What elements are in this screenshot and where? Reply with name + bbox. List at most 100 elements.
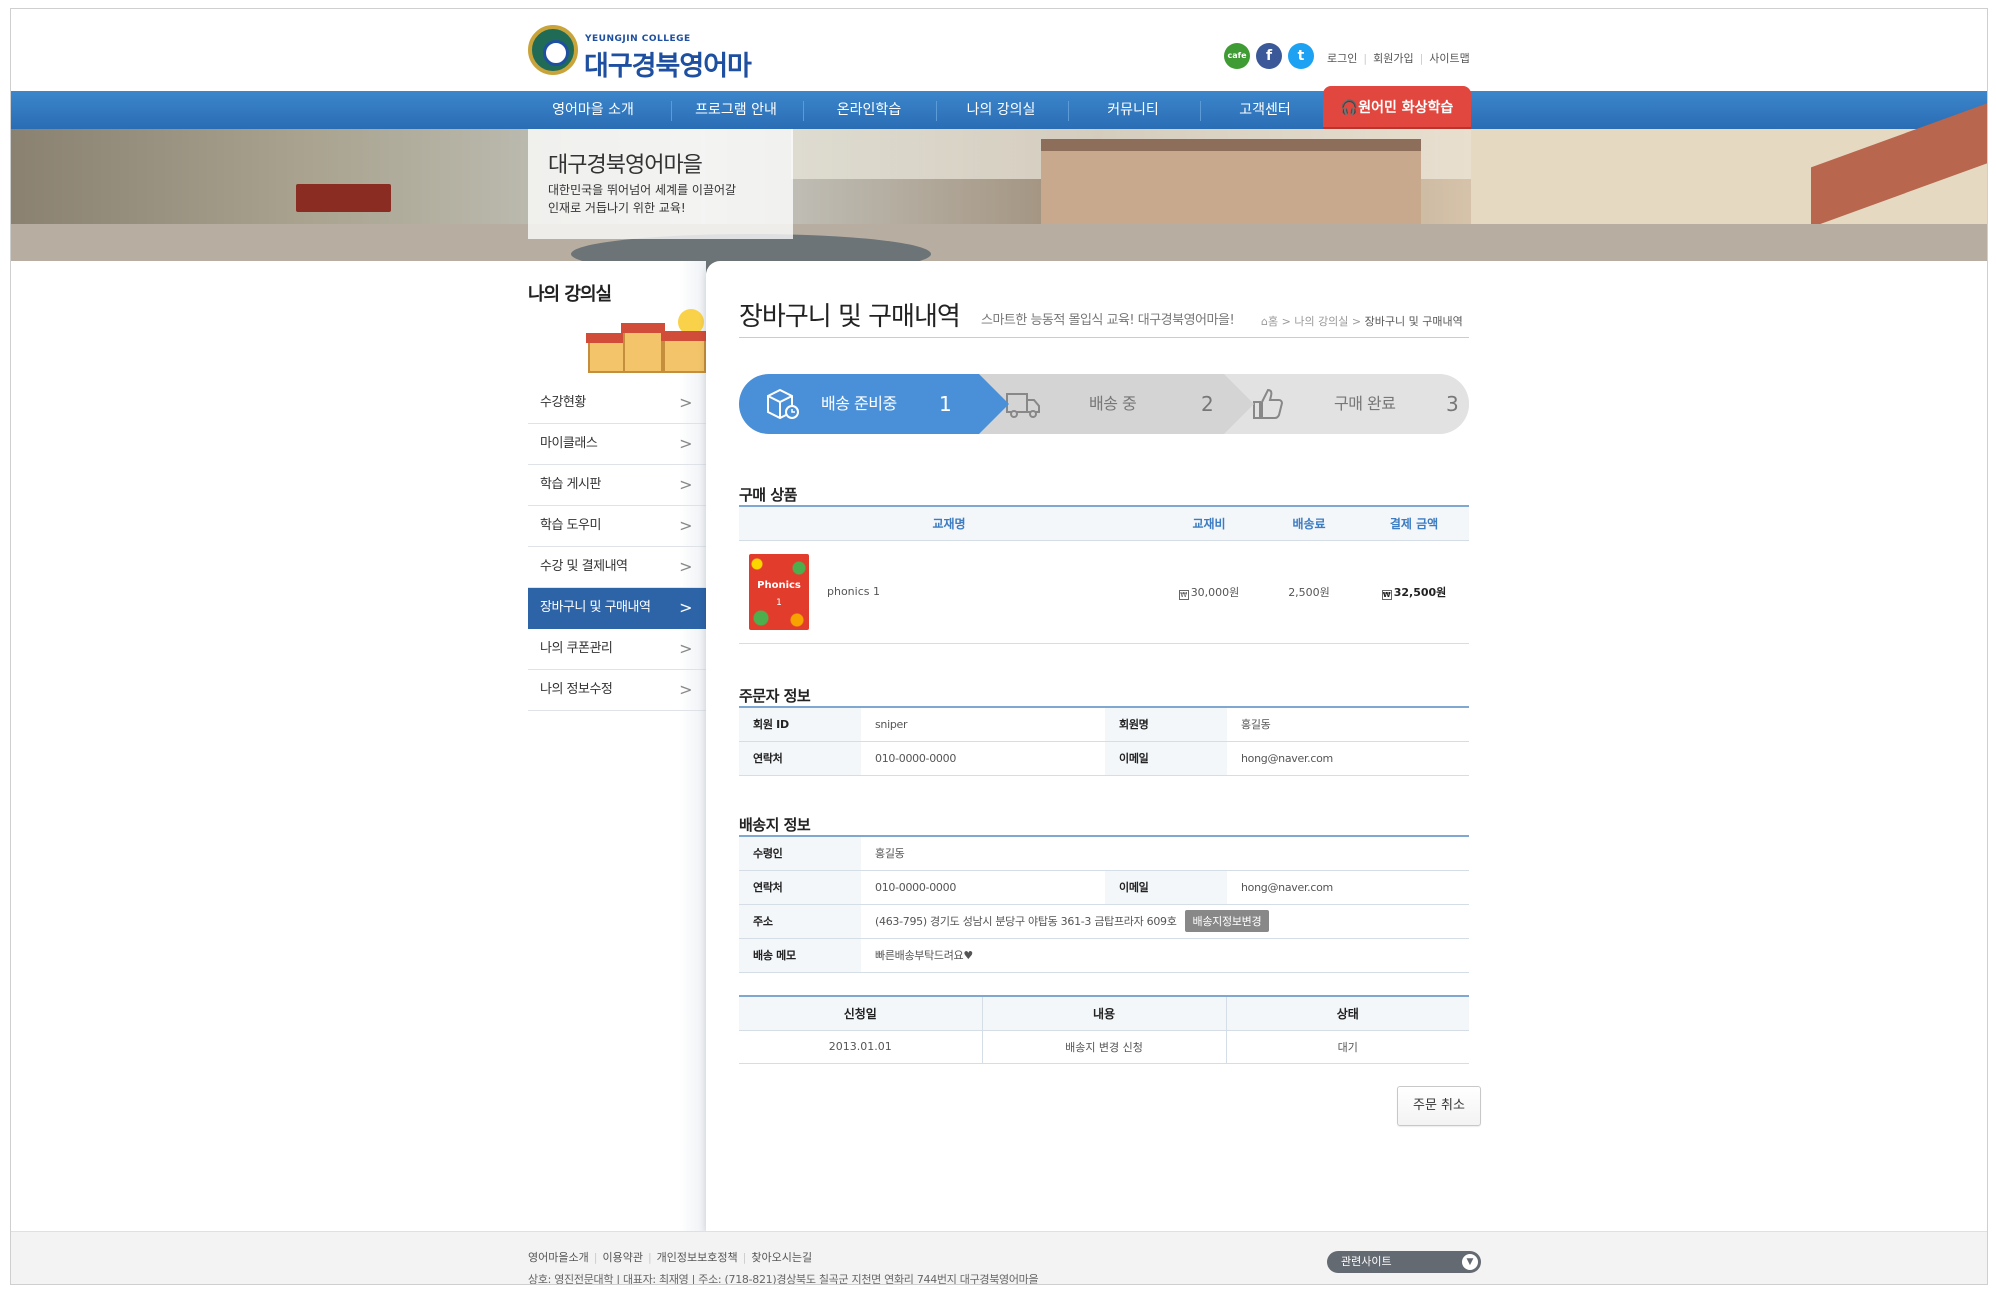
chevron-right-icon: >	[679, 639, 692, 658]
twitter-icon[interactable]: t	[1288, 43, 1314, 69]
sidebar-item-helper[interactable]: 학습 도우미 >	[528, 506, 706, 547]
column-header: 신청일	[739, 996, 982, 1031]
orderer-table: 회원 ID sniper 회원명 홍길동 연락처 010-0000-0000 이…	[739, 706, 1469, 776]
table-row: 수령인 홍길동	[739, 836, 1470, 871]
member-name-value: 홍길동	[1227, 707, 1469, 742]
column-header: 상태	[1225, 996, 1469, 1031]
table-header-row: 신청일 내용 상태	[739, 996, 1469, 1031]
field-label: 이메일	[1105, 741, 1227, 776]
address-value: (463-795) 경기도 성남시 분당구 야탑동 361-3 금탑프라자 60…	[875, 915, 1177, 928]
facebook-icon[interactable]: f	[1256, 43, 1282, 69]
column-header: 배송료	[1259, 506, 1359, 541]
sidebar-item-label: 학습 게시판	[540, 477, 601, 492]
nav-item-online[interactable]: 온라인학습	[803, 91, 935, 129]
column-header: 내용	[981, 996, 1226, 1031]
page-title: 장바구니 및 구매내역	[739, 302, 961, 332]
product-name: phonics 1	[827, 585, 880, 598]
chevron-right-icon: >	[679, 434, 692, 453]
divider: |	[593, 1251, 598, 1264]
school-illustration-icon	[578, 299, 706, 375]
product-table: 교재명 교재비 배송료 결제 금액 Phonics 1 phonics 1 ₩30…	[739, 505, 1469, 644]
chevron-right-icon: >	[679, 557, 692, 576]
sidebar-item-label: 장바구니 및 구매내역	[540, 600, 651, 615]
college-emblem-icon	[528, 25, 578, 75]
phone-value: 010-0000-0000	[861, 741, 1105, 776]
sidebar-item-profile[interactable]: 나의 정보수정 >	[528, 670, 706, 711]
site-logo[interactable]: YEUNGJIN COLLEGE 대구경북영어마을	[528, 25, 758, 121]
column-header: 교재명	[739, 506, 1159, 541]
member-id-value: sniper	[861, 707, 1105, 742]
footer-link[interactable]: 영어마을소개	[528, 1251, 589, 1264]
breadcrumb-section[interactable]: 나의 강의실	[1294, 315, 1348, 328]
signup-link[interactable]: 회원가입	[1373, 52, 1413, 65]
headset-icon: 🎧	[1340, 100, 1359, 116]
divider	[739, 337, 1469, 338]
table-row: 2013.01.01 배송지 변경 신청 대기	[739, 1030, 1469, 1064]
table-row: 주소 (463-795) 경기도 성남시 분당구 야탑동 361-3 금탑프라자…	[739, 904, 1470, 939]
sidebar-item-label: 학습 도우미	[540, 518, 601, 533]
book-cover-image: Phonics 1	[749, 553, 809, 630]
footer-link[interactable]: 이용약관	[602, 1251, 642, 1264]
login-link[interactable]: 로그인	[1327, 52, 1357, 65]
divider: |	[647, 1251, 652, 1264]
sidebar-item-myclass[interactable]: 마이클래스 >	[528, 424, 706, 465]
banner-bench	[296, 184, 391, 212]
field-label: 회원명	[1105, 707, 1227, 742]
banner-description: 인재로 거듭나기 위한 교육!	[548, 201, 686, 215]
breadcrumb-current: 장바구니 및 구매내역	[1364, 315, 1463, 328]
field-label: 배송 메모	[739, 938, 861, 973]
step-number: 1	[939, 392, 952, 416]
sidebar-item-label: 마이클래스	[540, 436, 598, 451]
shipping-table: 수령인 홍길동 연락처 010-0000-0000 이메일 hong@naver…	[739, 835, 1470, 973]
step-label: 배송 중	[1089, 394, 1137, 413]
nav-item-my-classroom[interactable]: 나의 강의실	[936, 91, 1066, 129]
section-title-products: 구매 상품	[739, 486, 797, 504]
divider: |	[1419, 52, 1424, 65]
sidebar-item-label: 수강 및 결제내역	[540, 559, 628, 574]
footer-link[interactable]: 찾아오시는길	[751, 1251, 812, 1264]
sidebar-item-enrollment[interactable]: 수강현황 >	[528, 383, 706, 424]
banner-description: 대한민국을 뛰어넘어 세계를 이끌어갈	[548, 183, 737, 197]
sidebar-item-board[interactable]: 학습 게시판 >	[528, 465, 706, 506]
sidebar-item-payments[interactable]: 수강 및 결제내역 >	[528, 547, 706, 588]
field-label: 이메일	[1105, 870, 1227, 905]
table-row: 회원 ID sniper 회원명 홍길동	[739, 707, 1469, 742]
sidebar-item-coupons[interactable]: 나의 쿠폰관리 >	[528, 629, 706, 670]
request-status: 대기	[1225, 1030, 1469, 1064]
step-number: 3	[1446, 392, 1459, 416]
column-header: 결제 금액	[1359, 506, 1469, 541]
footer-links: 영어마을소개 | 이용약관 | 개인정보보호정책 | 찾아오시는길	[528, 1249, 812, 1265]
nav-item-intro[interactable]: 영어마을 소개	[528, 91, 658, 129]
table-row: 연락처 010-0000-0000 이메일 hong@naver.com	[739, 870, 1470, 905]
page-frame: YEUNGJIN COLLEGE 대구경북영어마을 cafe f t 로그인 | 회…	[10, 8, 1988, 1285]
request-table: 신청일 내용 상태 2013.01.01 배송지 변경 신청 대기	[739, 995, 1469, 1064]
footer-link[interactable]: 개인정보보호정책	[657, 1251, 738, 1264]
banner-title: 대구경북영어마을	[548, 153, 703, 178]
nav-video-lesson-button[interactable]: 🎧원어민 화상학습	[1323, 86, 1471, 130]
nav-item-program[interactable]: 프로그램 안내	[671, 91, 801, 129]
nav-item-community[interactable]: 커뮤니티	[1068, 91, 1198, 129]
logo-subtitle: YEUNGJIN COLLEGE	[585, 34, 691, 44]
cafe-icon[interactable]: cafe	[1224, 43, 1250, 69]
cancel-order-button[interactable]: 주문 취소	[1397, 1086, 1481, 1126]
breadcrumb-home[interactable]: 홈	[1268, 315, 1278, 328]
banner-plaza	[11, 224, 1987, 261]
divider: |	[1363, 52, 1368, 65]
field-label: 수령인	[739, 836, 861, 871]
step-shipping: 배송 중 2	[979, 374, 1254, 434]
step-label: 배송 준비중	[821, 394, 897, 413]
sitemap-link[interactable]: 사이트맵	[1429, 52, 1469, 65]
phone-value: 010-0000-0000	[861, 870, 1105, 905]
related-sites-select[interactable]: 관련사이트 ▼	[1327, 1251, 1481, 1273]
change-shipping-button[interactable]: 배송지정보변경	[1184, 910, 1270, 932]
product-price: 30,000원	[1190, 585, 1240, 599]
step-complete: 구매 완료 3	[1224, 374, 1469, 434]
request-content: 배송지 변경 신청	[981, 1030, 1226, 1064]
email-value: hong@naver.com	[1227, 870, 1470, 905]
related-sites-label: 관련사이트	[1341, 1255, 1392, 1268]
sidebar-item-cart[interactable]: 장바구니 및 구매내역 >	[528, 588, 706, 629]
chevron-right-icon: >	[679, 598, 692, 617]
nav-item-support[interactable]: 고객센터	[1200, 91, 1330, 129]
section-title-shipping: 배송지 정보	[739, 816, 811, 834]
sidebar-item-label: 나의 정보수정	[540, 682, 613, 697]
